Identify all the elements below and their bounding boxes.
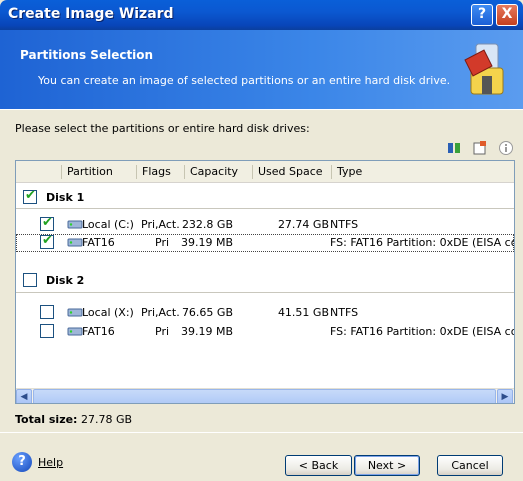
divider [16, 292, 514, 293]
next-button[interactable]: Next > [354, 455, 420, 476]
partition-flags: Pri,Act. [141, 306, 180, 319]
close-button[interactable]: X [496, 4, 518, 26]
partition-checkbox[interactable] [40, 233, 54, 249]
table-row[interactable]: Local (C:) Pri,Act. 232.8 GB 27.74 GB NT… [16, 215, 514, 234]
partition-grid[interactable]: Partition Flags Capacity Used Space Type… [15, 160, 515, 404]
partition-type: FS: FAT16 Partition: 0xDE (EISA con [330, 236, 515, 249]
sort-icon[interactable] [446, 140, 463, 157]
disk-1-checkbox[interactable] [23, 188, 37, 204]
disk-2-header: Disk 2 [16, 271, 514, 291]
wizard-logo-icon [464, 43, 504, 95]
disk-1-label: Disk 1 [46, 191, 85, 204]
column-partition[interactable]: Partition [61, 165, 136, 179]
partition-flags: Pri,Act. [141, 218, 180, 231]
partition-name: Local (X:) [82, 306, 134, 319]
column-capacity[interactable]: Capacity [184, 165, 252, 179]
total-size-label: Total size: [15, 413, 78, 426]
partition-flags: Pri [155, 236, 170, 249]
disk-1-header: Disk 1 [16, 188, 514, 208]
wizard-header: Partitions Selection You can create an i… [0, 30, 523, 110]
window-title: Create Image Wizard [8, 6, 174, 22]
drive-icon [67, 220, 83, 229]
properties-icon[interactable] [472, 140, 489, 157]
partition-capacity: 76.65 GB [181, 306, 233, 319]
partition-used-space: 41.51 GB [277, 306, 329, 319]
instruction-text: Please select the partitions or entire h… [15, 122, 310, 135]
scroll-thumb[interactable] [33, 389, 496, 403]
partition-used-space: 27.74 GB [277, 218, 329, 231]
info-icon[interactable] [497, 140, 514, 157]
drive-icon [67, 327, 83, 336]
grid-toolbar [446, 140, 519, 159]
horizontal-scrollbar[interactable]: ◀ ▶ [16, 388, 514, 403]
table-row[interactable]: Local (X:) Pri,Act. 76.65 GB 41.51 GB NT… [16, 304, 514, 322]
scroll-left-icon[interactable]: ◀ [16, 389, 32, 403]
divider [16, 208, 514, 209]
column-flags[interactable]: Flags [136, 165, 184, 179]
partition-checkbox[interactable] [40, 305, 54, 319]
scroll-right-icon[interactable]: ▶ [497, 389, 513, 403]
drive-icon [67, 308, 83, 317]
footer-divider [0, 432, 523, 433]
total-size: Total size: 27.78 GB [15, 413, 132, 426]
back-button[interactable]: < Back [285, 455, 352, 476]
partition-flags: Pri [155, 325, 170, 338]
page-subtitle: You can create an image of selected part… [38, 74, 451, 87]
total-size-value: 27.78 GB [80, 413, 133, 426]
help-button[interactable]: ? Help [12, 452, 63, 472]
column-header: Partition Flags Capacity Used Space Type [16, 161, 514, 183]
disk-2-checkbox[interactable] [23, 273, 37, 287]
partition-type: FS: FAT16 Partition: 0xDE (EISA con [330, 325, 515, 338]
help-title-button[interactable]: ? [471, 4, 493, 26]
partition-checkbox[interactable] [40, 215, 54, 231]
table-row[interactable]: FAT16 Pri 39.19 MB FS: FAT16 Partition: … [16, 323, 514, 341]
partition-capacity: 232.8 GB [181, 218, 233, 231]
partition-name: FAT16 [82, 325, 115, 338]
page-title: Partitions Selection [20, 48, 154, 62]
partition-type: NTFS [330, 306, 359, 319]
disk-2-label: Disk 2 [46, 274, 85, 287]
partition-checkbox[interactable] [40, 324, 54, 338]
partition-capacity: 39.19 MB [180, 325, 233, 338]
help-icon: ? [12, 452, 32, 472]
title-bar: Create Image Wizard ? X [0, 0, 523, 30]
partition-name: FAT16 [82, 236, 115, 249]
cancel-button[interactable]: Cancel [437, 455, 503, 476]
table-row[interactable]: FAT16 Pri 39.19 MB FS: FAT16 Partition: … [16, 233, 515, 252]
partition-type: NTFS [330, 218, 359, 231]
drive-icon [67, 238, 83, 247]
partition-capacity: 39.19 MB [180, 236, 233, 249]
help-label: Help [38, 455, 64, 469]
partition-name: Local (C:) [82, 218, 134, 231]
column-type[interactable]: Type [331, 165, 514, 179]
column-used-space[interactable]: Used Space [252, 165, 331, 179]
